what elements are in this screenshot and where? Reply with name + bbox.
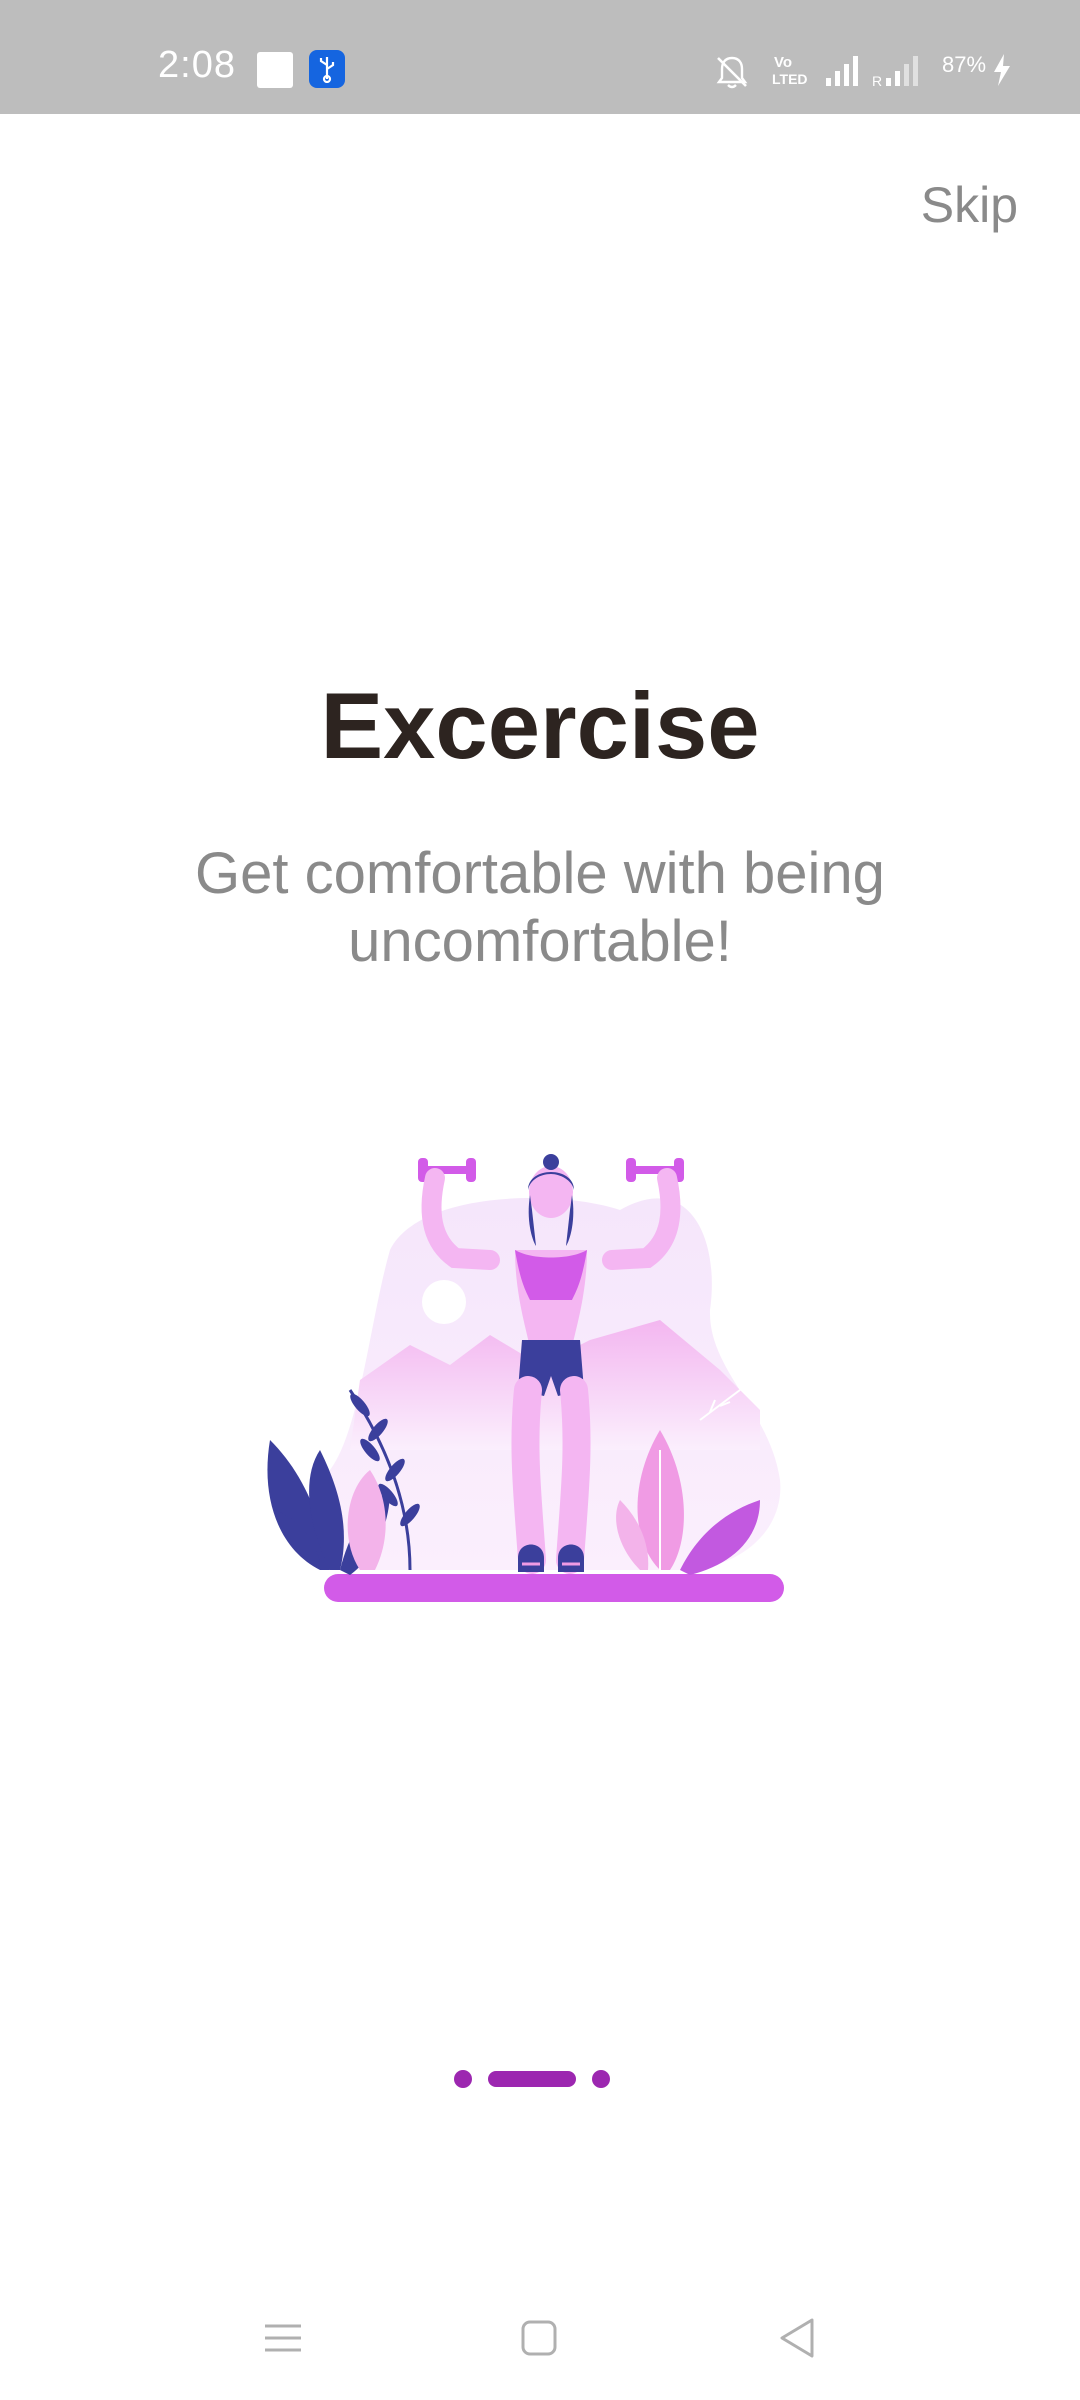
svg-text:Vo: Vo <box>774 54 792 71</box>
svg-text:LTED: LTED <box>772 71 808 87</box>
page-dot-1[interactable] <box>454 2070 472 2088</box>
status-icons: Vo LTED R <box>716 0 1080 114</box>
volte-icon: Vo LTED <box>772 54 808 87</box>
exercise-illustration <box>267 1154 784 1602</box>
page-dot-2-active[interactable] <box>488 2071 576 2087</box>
svg-text:R: R <box>872 73 882 88</box>
home-icon[interactable] <box>511 2310 567 2366</box>
charging-icon <box>994 54 1010 86</box>
page-subtitle: Get comfortable with being uncomfortable… <box>195 841 885 974</box>
roaming-signal-icon: R <box>872 56 918 88</box>
page-title: Excercise <box>320 673 760 778</box>
notification-icon <box>257 52 293 88</box>
battery-level: 87% <box>942 52 987 77</box>
page-dot-3[interactable] <box>592 2070 610 2088</box>
system-navigation-bar <box>0 2290 1080 2380</box>
usb-icon <box>309 50 345 88</box>
status-time: 2:08 <box>158 44 236 86</box>
skip-button[interactable]: Skip <box>921 176 1018 234</box>
menu-icon[interactable] <box>255 2310 311 2366</box>
page-indicator <box>0 2068 1080 2088</box>
mute-icon <box>716 56 748 89</box>
signal-icon <box>826 56 858 86</box>
status-bar: 2:08 Vo LTED R 87% <box>0 0 1080 114</box>
back-icon[interactable] <box>770 2310 826 2366</box>
